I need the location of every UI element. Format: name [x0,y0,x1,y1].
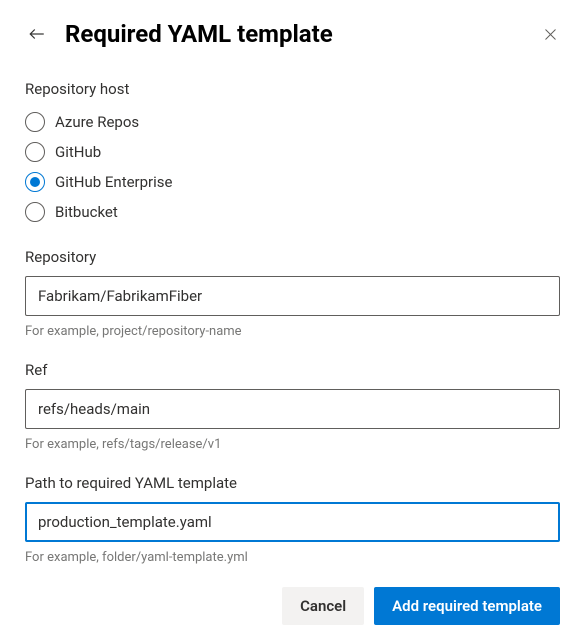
cancel-button[interactable]: Cancel [282,587,364,625]
repository-hint: For example, project/repository-name [25,324,560,339]
submit-button[interactable]: Add required template [374,587,560,625]
ref-input[interactable] [25,389,560,429]
host-option-bitbucket[interactable]: Bitbucket [25,202,560,222]
host-radio-group: Azure Repos GitHub GitHub Enterprise Bit… [25,112,560,222]
radio-label: GitHub [55,143,101,161]
host-option-github[interactable]: GitHub [25,142,560,162]
radio-icon [25,172,45,192]
close-icon [543,27,558,42]
ref-field: Ref For example, refs/tags/release/v1 [25,361,560,452]
radio-label: GitHub Enterprise [55,173,173,191]
ref-label: Ref [25,361,560,379]
arrow-left-icon [28,25,46,43]
dialog-header: Required YAML template [25,20,560,48]
path-hint: For example, folder/yaml-template.yml [25,550,560,565]
repository-input[interactable] [25,276,560,316]
close-button[interactable] [540,24,560,44]
ref-hint: For example, refs/tags/release/v1 [25,437,560,452]
radio-label: Azure Repos [55,113,139,131]
repository-label: Repository [25,248,560,266]
dialog-footer: Cancel Add required template [25,587,560,625]
back-button[interactable] [25,22,49,46]
repository-field: Repository For example, project/reposito… [25,248,560,339]
radio-icon [25,142,45,162]
host-label: Repository host [25,80,560,98]
path-field: Path to required YAML template For examp… [25,474,560,565]
radio-icon [25,112,45,132]
path-label: Path to required YAML template [25,474,560,492]
radio-icon [25,202,45,222]
radio-label: Bitbucket [55,203,118,221]
host-option-github-enterprise[interactable]: GitHub Enterprise [25,172,560,192]
host-option-azure-repos[interactable]: Azure Repos [25,112,560,132]
dialog-title: Required YAML template [65,20,524,48]
path-input[interactable] [25,502,560,542]
